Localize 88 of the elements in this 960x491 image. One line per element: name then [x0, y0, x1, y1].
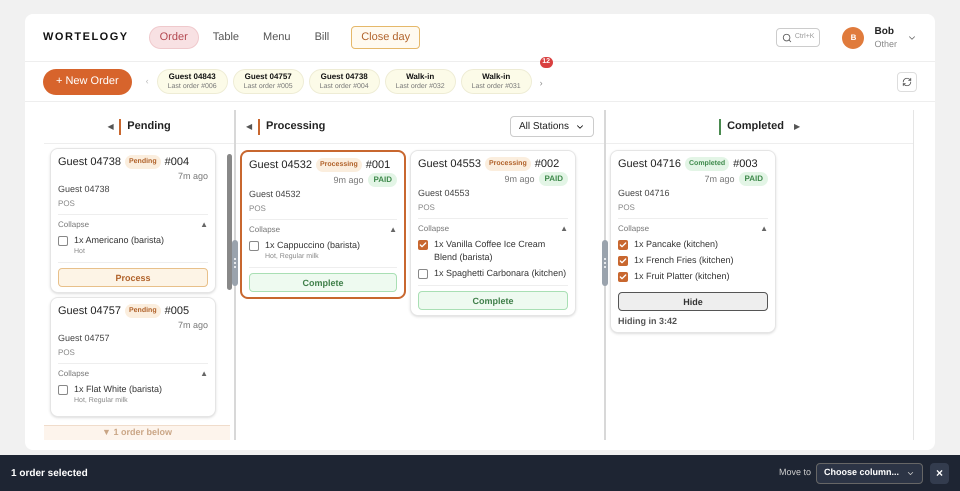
process-button[interactable]: Process — [58, 268, 208, 287]
customer-name: Guest 04716 — [618, 187, 671, 199]
customer-name: Guest 04553 — [418, 187, 471, 199]
order-time: 9m ago — [333, 174, 364, 186]
item-checkbox[interactable] — [249, 241, 259, 251]
scroll-right-arrow[interactable]: › — [540, 78, 543, 88]
station-select[interactable]: All Stations — [510, 116, 594, 137]
order-time: 7m ago — [704, 173, 734, 185]
collapse-arrow[interactable]: ▲ — [200, 219, 208, 231]
paid-badge: PAID — [368, 173, 397, 187]
item-name: 1x Americano (barista) — [74, 234, 164, 247]
expand-column-arrow[interactable]: ▶ — [794, 120, 800, 132]
order-source: POS — [618, 202, 768, 219]
collapse-column-arrow[interactable]: ◀ — [246, 120, 252, 132]
column-select[interactable]: Choose column... — [816, 462, 923, 484]
item-checkbox[interactable] — [618, 272, 628, 282]
item-checkbox[interactable] — [58, 385, 68, 395]
order-time: 7m ago — [178, 319, 208, 331]
item-name: 1x French Fries (kitchen) — [634, 254, 734, 267]
item-name: 1x Cappuccino (barista) — [265, 239, 360, 252]
collapse-arrow[interactable]: ▲ — [389, 224, 397, 236]
collapse-toggle[interactable]: Collapse — [58, 219, 90, 231]
item-name: 1x Pancake (kitchen) — [634, 238, 718, 251]
collapse-arrow[interactable]: ▲ — [200, 368, 208, 380]
resize-handle-icon[interactable] — [232, 240, 238, 286]
close-day-button[interactable]: Close day — [351, 26, 420, 49]
item-checkbox[interactable] — [418, 240, 428, 250]
customer-name: Guest 04757 — [58, 332, 111, 344]
user-avatar[interactable]: B — [842, 26, 864, 48]
collapse-arrow[interactable]: ▲ — [560, 223, 568, 235]
collapse-toggle[interactable]: Collapse — [418, 223, 450, 235]
guest-name: Guest 04757 — [58, 305, 121, 317]
item-name: 1x Vanilla Coffee Ice Cream Blend (barista) — [434, 238, 546, 264]
order-time: 9m ago — [504, 173, 534, 185]
user-role: Other — [874, 38, 897, 50]
nav-tab[interactable]: Table — [202, 26, 250, 49]
guest-name: Guest 04532 — [249, 159, 312, 171]
scrollbar[interactable] — [227, 154, 232, 290]
collapse-column-arrow[interactable]: ◀ — [107, 120, 114, 132]
item-name: 1x Flat White (barista) — [74, 383, 162, 396]
refresh-button[interactable] — [897, 72, 917, 92]
hiding-countdown: Hiding in 3:42 — [618, 315, 678, 327]
order-source: POS — [58, 347, 208, 364]
selection-count: 1 order selected — [11, 466, 88, 480]
customer-name: Guest 04532 — [249, 188, 302, 200]
guest-name: Guest 04553 — [418, 158, 481, 170]
order-source: POS — [249, 203, 397, 220]
collapse-toggle[interactable]: Collapse — [249, 224, 280, 236]
collapse-toggle[interactable]: Collapse — [58, 368, 90, 380]
column-title: Processing — [266, 119, 326, 134]
paid-badge: PAID — [539, 172, 568, 186]
complete-button[interactable]: Complete — [249, 273, 397, 292]
search-icon — [782, 32, 792, 42]
item-checkbox[interactable] — [618, 240, 628, 250]
order-number: #002 — [534, 158, 560, 170]
resize-handle-icon[interactable] — [602, 240, 608, 286]
column-title: Pending — [127, 119, 171, 134]
customer-name: Guest 04738 — [58, 183, 111, 195]
order-number: #005 — [164, 305, 190, 317]
item-name: 1x Fruit Platter (kitchen) — [634, 270, 730, 283]
user-name: Bob — [874, 26, 895, 38]
close-button[interactable]: × — [930, 462, 949, 484]
item-checkbox[interactable] — [418, 269, 428, 279]
nav-tab[interactable]: Order — [148, 26, 199, 49]
order-number: #003 — [733, 158, 758, 170]
column-title: Completed — [727, 119, 784, 134]
hide-button[interactable]: Hide — [618, 292, 768, 311]
collapse-arrow[interactable]: ▲ — [760, 223, 768, 235]
check-icon — [419, 241, 427, 249]
paid-badge: PAID — [739, 172, 768, 186]
order-number: #004 — [164, 156, 190, 168]
order-time: 7m ago — [178, 170, 208, 182]
new-order-button[interactable]: + New Order — [43, 68, 132, 94]
nav-tab[interactable]: Menu — [253, 26, 301, 49]
nav-tab[interactable]: Bill — [304, 26, 340, 49]
guest-name: Guest 04738 — [58, 156, 121, 168]
item-checkbox[interactable] — [618, 256, 628, 266]
order-source: POS — [418, 202, 568, 219]
order-source: POS — [58, 198, 208, 215]
item-name: 1x Spaghetti Carbonara (kitchen) — [434, 267, 566, 280]
item-checkbox[interactable] — [58, 236, 68, 246]
complete-button[interactable]: Complete — [418, 291, 568, 310]
collapse-toggle[interactable]: Collapse — [618, 223, 650, 235]
move-to-label: Move to — [778, 466, 811, 480]
guest-name: Guest 04716 — [618, 158, 681, 170]
refresh-icon — [902, 76, 912, 86]
brand-logo: WORTELOGY — [43, 30, 129, 46]
order-number: #001 — [366, 159, 390, 171]
